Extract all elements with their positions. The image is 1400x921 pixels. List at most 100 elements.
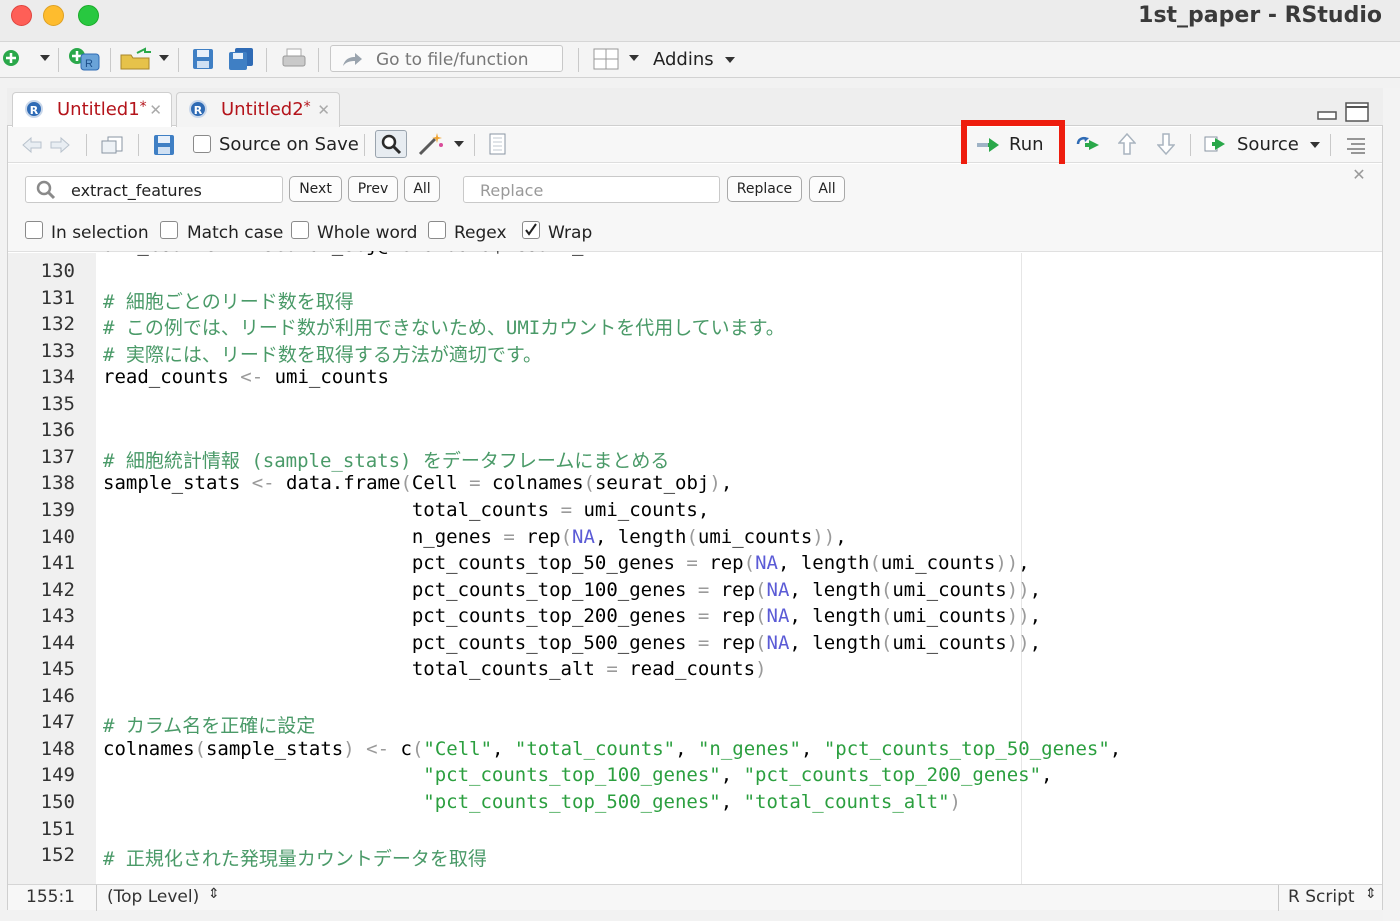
code-line: "pct_counts_top_500_genes", "total_count…	[423, 791, 961, 813]
addins-label: Addins	[653, 49, 714, 70]
tab-untitled2[interactable]: R Untitled2* ✕	[176, 92, 340, 127]
line-number: 131	[40, 286, 75, 309]
tab-label: Untitled2	[221, 99, 304, 120]
code-line: pct_counts_top_100_genes = rep(NA, lengt…	[103, 578, 1042, 601]
code-line: colnames(sample_stats) <- c("Cell", "tot…	[103, 737, 1122, 760]
line-number: 145	[40, 658, 75, 681]
code-line: # カラム名を正確に設定	[103, 715, 316, 738]
addins-dropdown-icon	[725, 57, 736, 63]
file-type-selector[interactable]: R Script	[1288, 887, 1355, 907]
code-line: # 細胞統計情報 (sample_stats) をデータフレームにまとめる	[103, 449, 670, 472]
goto-arrow-icon	[340, 50, 364, 70]
document-outline-icon[interactable]	[1344, 134, 1368, 156]
open-file-dropdown-icon[interactable]	[157, 50, 171, 66]
line-number: 134	[40, 366, 75, 389]
rerun-previous-icon[interactable]	[1074, 133, 1106, 155]
cursor-position: 155:1	[26, 887, 75, 907]
line-number: 149	[40, 764, 75, 787]
line-number: 141	[40, 552, 75, 575]
replace-button[interactable]: Replace	[727, 176, 802, 202]
close-tab-icon[interactable]: ✕	[317, 101, 330, 119]
tab-modified-indicator: *	[303, 99, 311, 115]
go-to-previous-section-icon[interactable]	[1116, 132, 1138, 156]
code-tools-dropdown-icon[interactable]	[453, 138, 465, 150]
line-number: 135	[40, 392, 75, 415]
match-case-checkbox[interactable]	[160, 221, 178, 239]
find-input[interactable]: extract_features	[25, 176, 283, 203]
right-scrollbar[interactable]	[1383, 88, 1400, 921]
title-bar: 1st_paper - RStudio	[0, 0, 1400, 42]
line-number: 140	[40, 525, 75, 548]
zoom-window-button[interactable]	[78, 5, 99, 26]
find-replace-icon[interactable]	[375, 130, 407, 158]
code-line: total_counts = umi_counts,	[103, 498, 710, 521]
tab-untitled1[interactable]: R Untitled1* ✕	[12, 92, 172, 127]
code-tools-wand-icon[interactable]	[415, 130, 447, 158]
code-line: "pct_counts_top_100_genes", "pct_counts_…	[423, 764, 1053, 787]
code-line: pct_counts_top_50_genes = rep(NA, length…	[103, 552, 1030, 575]
forward-icon[interactable]	[48, 135, 72, 155]
new-file-dropdown-icon[interactable]	[38, 50, 52, 66]
wrap-label: Wrap	[548, 223, 593, 243]
save-icon[interactable]	[190, 47, 216, 71]
save-document-icon[interactable]	[152, 134, 176, 156]
find-input-value: extract_features	[71, 181, 202, 200]
whole-word-checkbox[interactable]	[291, 221, 309, 239]
code-line: n_genes = rep(NA, length(umi_counts)),	[103, 525, 847, 548]
match-case-label: Match case	[187, 223, 284, 243]
line-number: 146	[40, 684, 75, 707]
save-all-icon[interactable]	[226, 46, 258, 72]
find-prev-button[interactable]: Prev	[348, 176, 398, 202]
in-selection-checkbox[interactable]	[25, 221, 43, 239]
back-icon[interactable]	[20, 135, 44, 155]
close-tab-icon[interactable]: ✕	[149, 101, 162, 119]
whole-word-label: Whole word	[317, 223, 418, 243]
go-to-next-section-icon[interactable]	[1155, 132, 1177, 156]
new-file-icon[interactable]	[0, 47, 22, 69]
wrap-checkbox[interactable]	[522, 221, 540, 239]
source-dropdown-icon[interactable]	[1308, 140, 1322, 150]
search-icon	[34, 179, 58, 201]
workspace-panes-icon[interactable]	[592, 47, 620, 71]
maximize-pane-icon[interactable]	[1344, 101, 1370, 123]
goto-file-function-input[interactable]: Go to file/function	[330, 45, 563, 72]
source-on-save-checkbox[interactable]	[193, 135, 211, 153]
line-number: 136	[40, 419, 75, 442]
replace-all-button[interactable]: All	[809, 176, 845, 202]
replace-placeholder: Replace	[480, 181, 544, 200]
window-title: 1st_paper - RStudio	[1138, 3, 1382, 28]
compile-report-icon[interactable]	[485, 132, 509, 156]
minimize-pane-icon[interactable]	[1316, 106, 1338, 122]
find-all-button[interactable]: All	[404, 176, 440, 202]
line-number: 132	[40, 313, 75, 336]
line-number: 152	[40, 844, 75, 867]
new-project-icon[interactable]: R	[66, 45, 102, 73]
show-in-window-icon[interactable]	[98, 134, 126, 156]
close-find-bar-icon[interactable]: ✕	[1350, 166, 1368, 184]
code-line: pct_counts_top_200_genes = rep(NA, lengt…	[103, 605, 1042, 628]
line-number: 133	[40, 339, 75, 362]
line-number: 130	[40, 260, 75, 282]
line-number: 144	[40, 631, 75, 654]
scope-updown-icon[interactable]: ⇕	[208, 886, 220, 902]
regex-checkbox[interactable]	[428, 221, 446, 239]
replace-input[interactable]: Replace	[463, 176, 720, 203]
line-number: 137	[40, 445, 75, 468]
r-script-icon: R	[25, 100, 43, 118]
r-script-icon: R	[189, 100, 207, 118]
addins-menu[interactable]: Addins	[653, 49, 736, 70]
print-icon[interactable]	[280, 47, 308, 71]
open-file-icon[interactable]	[118, 46, 154, 72]
line-number: 139	[40, 498, 75, 521]
file-type-updown-icon[interactable]: ⇕	[1365, 886, 1377, 902]
line-number: 148	[40, 737, 75, 760]
source-button[interactable]: Source	[1237, 134, 1299, 155]
source-on-save-label: Source on Save	[219, 134, 359, 155]
panes-dropdown-icon[interactable]	[627, 50, 641, 66]
minimize-window-button[interactable]	[43, 5, 64, 26]
scope-selector[interactable]: (Top Level)	[107, 887, 199, 907]
close-window-button[interactable]	[11, 5, 32, 26]
checkmark-icon	[525, 223, 537, 236]
find-next-button[interactable]: Next	[289, 176, 342, 202]
code-line: # 細胞ごとのリード数を取得	[103, 290, 354, 313]
